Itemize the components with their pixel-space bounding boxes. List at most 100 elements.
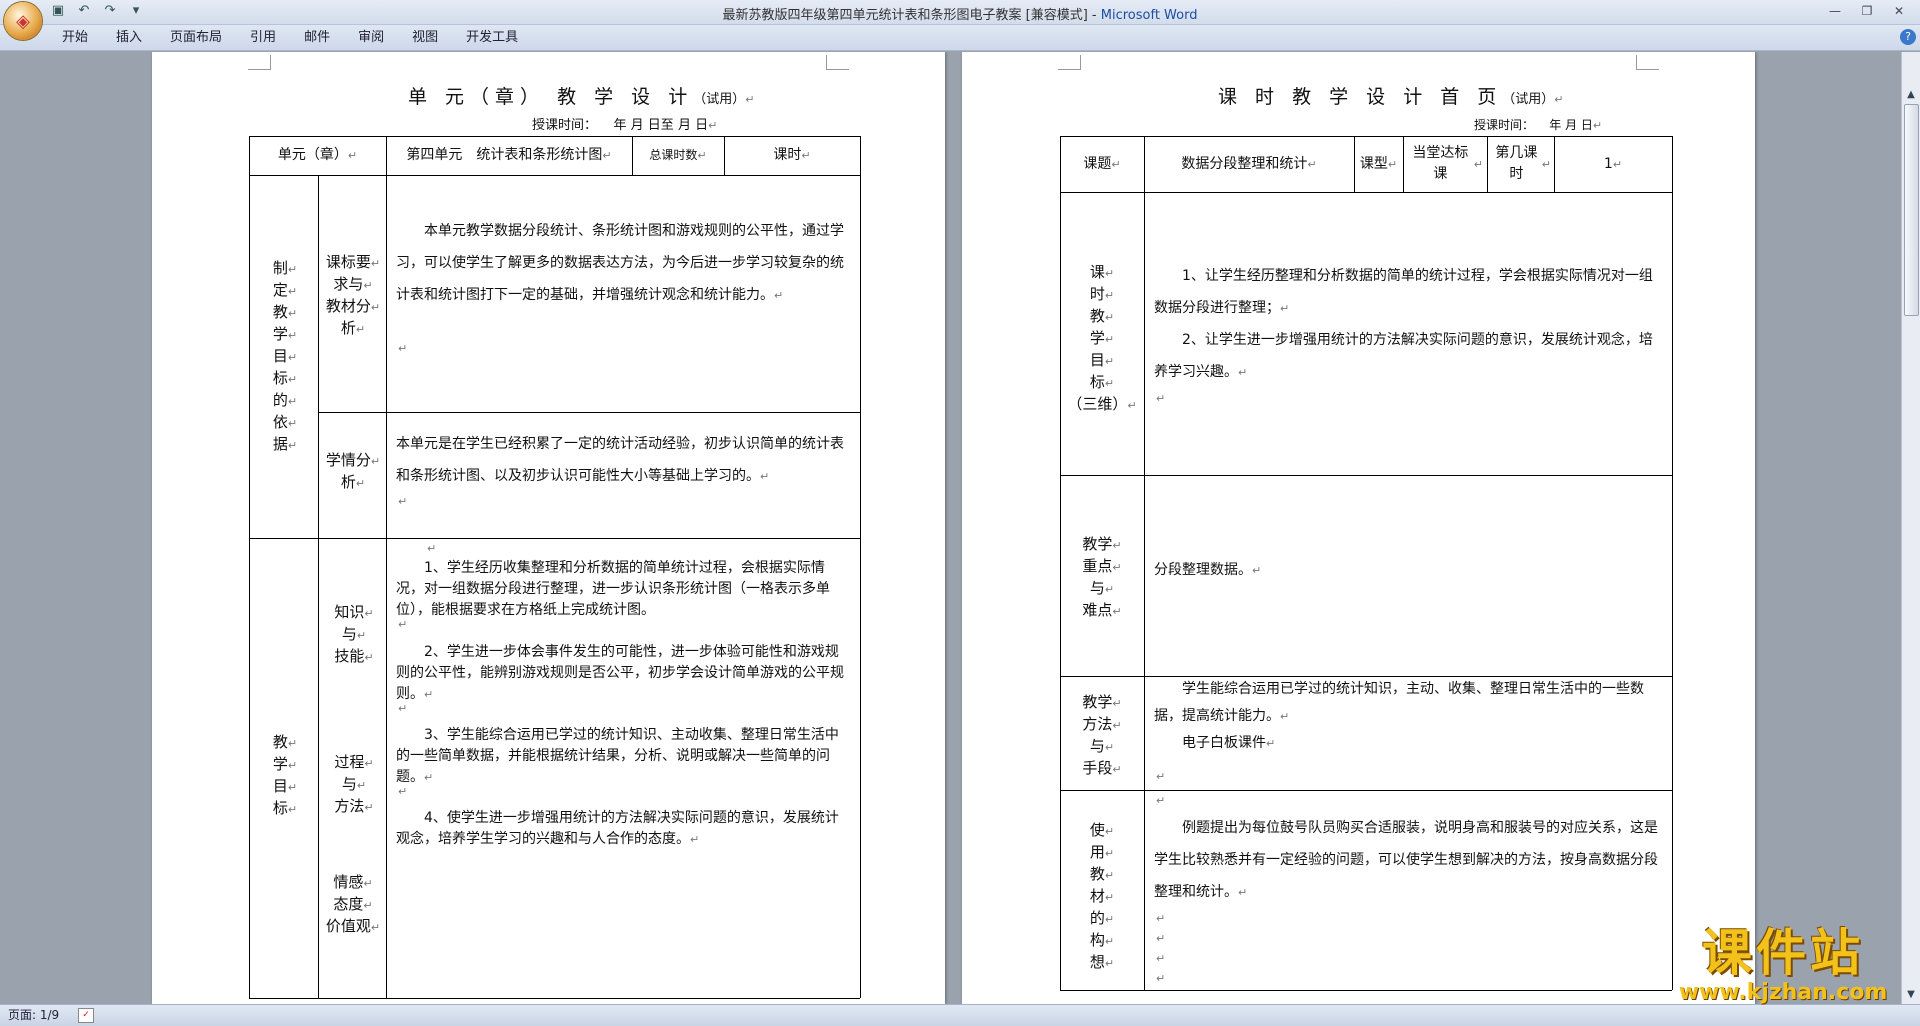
status-bar: 页面: 1/9 ✓ (0, 1004, 1920, 1026)
date-line: 授课时间： 年 月 日↵ (1474, 118, 1603, 132)
scroll-thumb[interactable] (1904, 104, 1919, 316)
curriculum-label: 课标要↵ 求与↵ 教材分↵ 析↵ (322, 252, 384, 340)
lesson-label: 第几课时 ↵ (1495, 145, 1551, 182)
crop-mark (826, 55, 849, 70)
vertical-scrollbar[interactable]: ▲ ▼ (1901, 52, 1920, 1004)
label-line: 依↵ (272, 413, 298, 431)
label-line: 据↵ (272, 435, 298, 453)
idea-label: 使↵ 用↵ 教↵ 材↵ 的↵ 构↵ 想↵ (1064, 820, 1140, 974)
title-bar: ▣ ↶ ↷ ▾ 最新苏教版四年级第四单元统计表和条形图电子教案 [兼容模式] -… (0, 0, 1920, 25)
key-label: 教学↵ 重点↵ 与↵ 难点↵ (1064, 534, 1140, 622)
close-icon[interactable]: ✕ (1884, 2, 1914, 20)
label-line: 析↵ (340, 319, 366, 337)
ribbon-tabs: 开始 插入 页面布局 引用 邮件 审阅 视图 开发工具 (0, 25, 1920, 51)
label-line: 方法↵ (1082, 715, 1122, 733)
label-line: 用↵ (1089, 843, 1115, 861)
minimize-icon[interactable]: — (1820, 2, 1850, 20)
hours-label: 课时 ↵ (773, 147, 811, 163)
page-indicator[interactable]: 页面: 1/9 (8, 1005, 59, 1026)
window-controls: — ❐ ✕ (1820, 2, 1914, 20)
type-label: 课型 ↵ (1359, 155, 1398, 172)
key-text: 分段整理数据。↵ (1154, 562, 1262, 578)
proofing-icon[interactable]: ✓ (78, 1008, 94, 1023)
crop-mark (1058, 55, 1081, 70)
label-line: 知识↵ (334, 603, 374, 621)
goal-item: 4、使学生进一步增强用统计的方法解决实际问题的意识，发展统计观念，培养学生学习的… (396, 810, 839, 847)
ribbon-tab[interactable]: 邮件 (290, 25, 344, 50)
page-title: 课 时 教 学 设 计 首 页（试用）↵ (1218, 86, 1570, 108)
method-label: 教学↵ 方法↵ 与↵ 手段↵ (1064, 692, 1140, 780)
method-tool: 电子白板课件↵ (1182, 735, 1276, 751)
label-line: 课标要↵ (325, 253, 381, 271)
maximize-icon[interactable]: ❐ (1852, 2, 1882, 20)
label-line: 标↵ (1089, 373, 1115, 391)
label-line: 方法↵ (334, 797, 374, 815)
label-line: 构↵ (1089, 931, 1115, 949)
total-hours-label: 总课时数 ↵ (649, 148, 707, 162)
label-line: 标↵ (272, 799, 298, 817)
label-line: 技能↵ (334, 647, 374, 665)
ribbon-tab[interactable]: 开始 (48, 25, 102, 50)
label-line: 情感↵ (333, 873, 373, 891)
label-line: 目↵ (1089, 351, 1115, 369)
help-icon[interactable]: ? (1900, 29, 1916, 45)
watermark-logo: 课件站 www.kjzhan.com (1678, 924, 1888, 1005)
label-line: 过程↵ (334, 753, 374, 771)
label-line: 求与↵ (333, 275, 373, 293)
ribbon-tab[interactable]: 页面布局 (156, 25, 236, 50)
label-line: 教↵ (272, 303, 298, 321)
label-line: 教学↵ (1082, 693, 1122, 711)
ribbon-tab[interactable]: 引用 (236, 25, 290, 50)
method-text: 学生能综合运用已学过的统计知识，主动、收集、整理日常生活中的一些数据，提高统计能… (1154, 681, 1644, 724)
label-line: 使↵ (1089, 821, 1115, 839)
label-line: 教学↵ (1082, 535, 1122, 553)
goal-item: 3、学生能综合运用已学过的统计知识、主动收集、整理日常生活中的一些简单数据，并能… (396, 727, 839, 785)
left-page: 单 元（章） 教 学 设 计（试用）↵ 授课时间： 年 月 日至 月 日↵ 单元… (152, 52, 945, 1004)
label-line: 学↵ (272, 755, 298, 773)
label-line: 学↵ (1089, 329, 1115, 347)
crop-mark (1636, 55, 1659, 70)
label-line: 定↵ (272, 281, 298, 299)
crop-mark (248, 55, 271, 70)
student-label: 学情分↵ 析↵ (322, 450, 384, 494)
label-line: 与↵ (341, 625, 367, 643)
ribbon-tab[interactable]: 插入 (102, 25, 156, 50)
label-line: 重点↵ (1082, 557, 1122, 575)
label-line: 学↵ (272, 325, 298, 343)
ribbon-tab[interactable]: 视图 (398, 25, 452, 50)
scroll-up-icon[interactable]: ▲ (1904, 88, 1918, 102)
label-line: 价值观↵ (325, 917, 381, 935)
label-line: 与↵ (1089, 579, 1115, 597)
goal-label: 课↵ 时↵ 教↵ 学↵ 目↵ 标↵ （三维）↵ (1064, 262, 1140, 416)
lesson-goal: 2、让学生进一步增强用统计的方法解决实际问题的意识，发展统计观念，培养学习兴趣。… (1154, 332, 1653, 380)
curriculum-text: 本单元教学数据分段统计、条形统计图和游戏规则的公平性，通过学习，可以使学生了解更… (396, 223, 844, 303)
label-line: 教材分↵ (325, 297, 381, 315)
label-line: 教↵ (272, 733, 298, 751)
goals-label: 教↵ 学↵ 目↵ 标↵ (270, 732, 300, 820)
label-line: 标↵ (272, 369, 298, 387)
label-line: 的↵ (272, 391, 298, 409)
label-line: 与↵ (341, 775, 367, 793)
label-line: 教↵ (1089, 307, 1115, 325)
idea-text: 例题提出为每位鼓号队员购买合适服装，说明身高和服装号的对应关系，这是学生比较熟悉… (1154, 820, 1658, 900)
office-logo-icon: ◈ (16, 10, 30, 32)
label-line: 难点↵ (1082, 601, 1122, 619)
label-line: 课↵ (1089, 263, 1115, 281)
ribbon-tab[interactable]: 审阅 (344, 25, 398, 50)
lesson-goal: 1、让学生经历整理和分析数据的简单的统计过程，学会根据实际情况对一组数据分段进行… (1154, 268, 1653, 316)
label-line: 目↵ (272, 347, 298, 365)
window-title: 最新苏教版四年级第四单元统计表和条形图电子教案 [兼容模式] - Microso… (722, 8, 1198, 23)
topic-label: 课题 ↵ (1083, 155, 1121, 172)
basis-label: 制↵ 定↵ 教↵ 学↵ 目↵ 标↵ 的↵ 依↵ 据↵ (270, 258, 300, 456)
dim-process: 过程↵ 与↵ 方法↵ (326, 752, 382, 818)
scroll-down-icon[interactable]: ▼ (1904, 988, 1918, 1002)
label-line: 的↵ (1089, 909, 1115, 927)
dim-emotion: 情感↵ 态度↵ 价值观↵ (322, 872, 384, 938)
label-line: 目↵ (272, 777, 298, 795)
office-button[interactable]: ◈ (4, 2, 42, 40)
label-line: （三维）↵ (1067, 395, 1137, 413)
label-line: 学情分↵ (325, 451, 381, 469)
ribbon-tab[interactable]: 开发工具 (452, 25, 532, 50)
student-text: 本单元是在学生已经积累了一定的统计活动经验，初步认识简单的统计表和条形统计图、以… (396, 436, 844, 484)
unit-value: 第四单元 统计表和条形统计图 ↵ (406, 147, 612, 163)
